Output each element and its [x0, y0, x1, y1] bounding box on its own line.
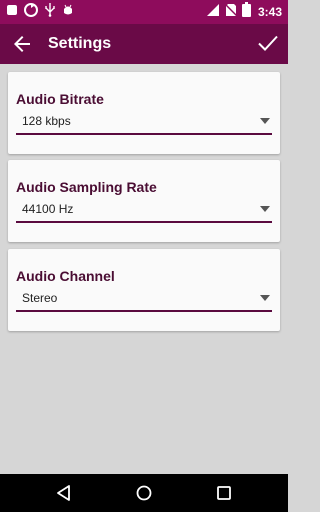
app-bar: Settings	[0, 24, 288, 64]
page-title: Settings	[48, 35, 112, 52]
nav-home-button[interactable]	[134, 483, 154, 503]
dropdown-arrow-icon	[260, 295, 270, 301]
audio-sampling-rate-label: Audio Sampling Rate	[16, 179, 157, 195]
back-button[interactable]	[10, 32, 34, 56]
dropdown-arrow-icon	[260, 206, 270, 212]
audio-sampling-rate-card: Audio Sampling Rate 44100 Hz	[8, 160, 280, 242]
audio-channel-dropdown[interactable]: Stereo	[16, 287, 272, 312]
arrow-back-icon	[14, 36, 30, 52]
audio-bitrate-card: Audio Bitrate 128 kbps	[8, 72, 280, 154]
dropdown-arrow-icon	[260, 118, 270, 124]
dropdown-underline	[16, 133, 272, 135]
status-time: 3:43	[257, 5, 282, 19]
usb-icon	[44, 2, 56, 22]
status-bar: 3:43	[0, 0, 288, 24]
screenshot-icon	[6, 3, 18, 21]
battery-icon	[241, 2, 251, 22]
audio-channel-value: Stereo	[22, 291, 58, 305]
nav-back-button[interactable]	[54, 483, 74, 503]
audio-sampling-rate-value: 44100 Hz	[22, 202, 74, 216]
audio-channel-label: Audio Channel	[16, 268, 115, 284]
audio-channel-card: Audio Channel Stereo	[8, 249, 280, 331]
audio-bitrate-value: 128 kbps	[22, 114, 71, 128]
sync-icon	[24, 2, 38, 22]
signal-icon	[206, 3, 220, 22]
checkmark-icon	[258, 35, 278, 51]
confirm-button[interactable]	[256, 31, 280, 55]
audio-sampling-rate-dropdown[interactable]: 44100 Hz	[16, 198, 272, 223]
system-icons: 3:43	[206, 2, 282, 22]
home-circle-icon	[136, 485, 152, 501]
dropdown-underline	[16, 310, 272, 312]
back-triangle-icon	[57, 485, 70, 501]
navigation-bar	[0, 474, 288, 512]
nav-recents-button[interactable]	[214, 483, 234, 503]
audio-bitrate-dropdown[interactable]: 128 kbps	[16, 110, 272, 135]
recents-square-icon	[217, 486, 231, 500]
android-debug-icon	[62, 3, 74, 22]
dropdown-underline	[16, 221, 272, 223]
notification-icons	[6, 2, 74, 22]
no-sim-icon	[224, 2, 238, 22]
audio-bitrate-label: Audio Bitrate	[16, 91, 104, 107]
